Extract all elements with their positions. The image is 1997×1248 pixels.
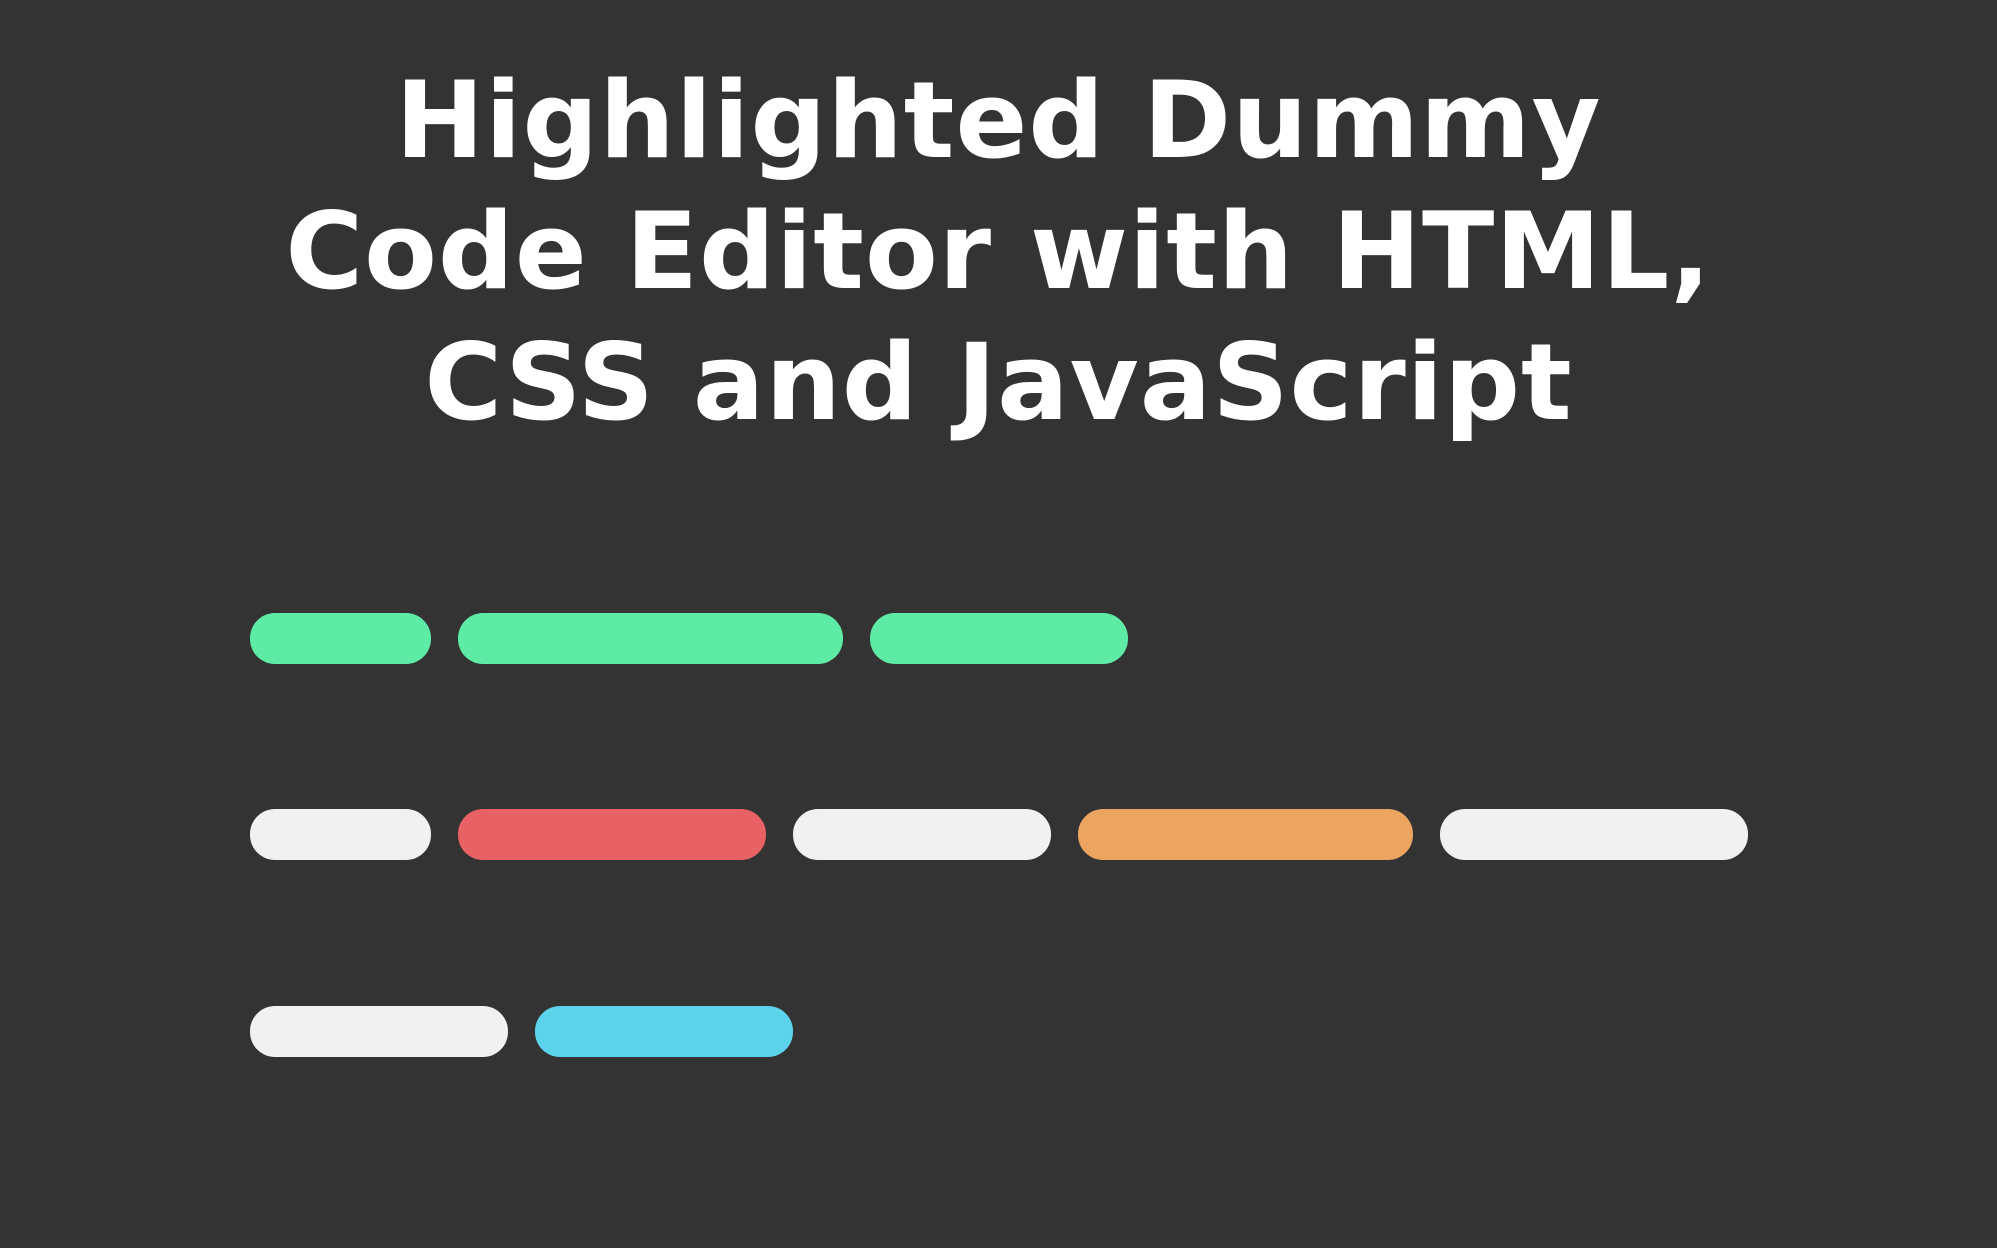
code-token: [793, 809, 1051, 860]
code-token: [1440, 809, 1748, 860]
page-title: Highlighted Dummy Code Editor with HTML,…: [0, 55, 1997, 448]
title-line-3: CSS and JavaScript: [424, 321, 1573, 444]
code-token: [250, 809, 431, 860]
code-token: [250, 1006, 508, 1057]
code-token: [535, 1006, 793, 1057]
title-line-2: Code Editor with HTML,: [285, 190, 1712, 313]
title-line-1: Highlighted Dummy: [395, 59, 1602, 182]
code-token: [250, 613, 431, 664]
code-token: [458, 613, 843, 664]
code-token: [458, 809, 766, 860]
code-token: [870, 613, 1128, 664]
code-token: [1078, 809, 1413, 860]
